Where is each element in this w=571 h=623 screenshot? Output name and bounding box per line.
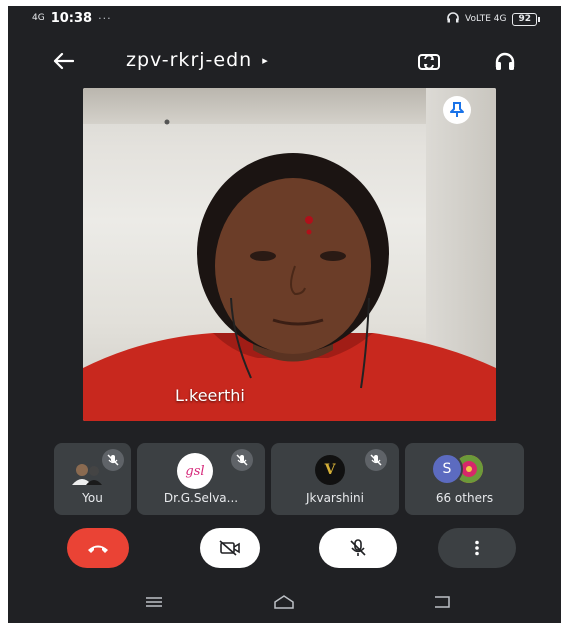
mic-off-icon (350, 539, 366, 556)
mic-off-badge (365, 449, 387, 471)
participant-tile-you[interactable]: You (54, 443, 131, 515)
participant-name: You (82, 491, 103, 505)
avatar: V (315, 455, 345, 485)
phone-screen: 4G 10:38 ··· VoLTE 4G 92 zpv-rkrj-edn ▸ (8, 6, 561, 623)
avatar: S (431, 453, 463, 485)
avatar: gsl (177, 453, 213, 489)
switch-camera-button[interactable] (412, 44, 446, 78)
back-nav-icon (435, 596, 450, 608)
video-off-icon (219, 540, 240, 556)
system-navigation-bar (8, 588, 561, 623)
avatar-initials: S (442, 461, 452, 477)
more-options-button[interactable] (438, 528, 516, 568)
main-video-tile[interactable]: L.keerthi (83, 88, 496, 421)
arrow-left-icon (53, 52, 74, 70)
avatar-initials: gsl (185, 463, 205, 479)
headphones-icon (495, 52, 515, 70)
audio-output-button[interactable] (488, 44, 522, 78)
meeting-code[interactable]: zpv-rkrj-edn ▸ (126, 49, 269, 71)
meeting-code-text: zpv-rkrj-edn (126, 49, 253, 71)
participant-name: Dr.G.Selva... (163, 491, 239, 505)
participant-tile-jkvarshini[interactable]: V Jkvarshini (271, 443, 399, 515)
participant-name: Jkvarshini (305, 491, 364, 505)
back-button[interactable] (46, 44, 80, 78)
avatar-initials: V (324, 462, 336, 478)
mic-off-badge (102, 449, 124, 471)
hang-up-icon (88, 545, 108, 553)
end-call-button[interactable] (67, 528, 129, 568)
notification-dots: ··· (98, 12, 112, 25)
participant-video-feed (83, 119, 496, 421)
participant-strip: You gsl Dr.G.Selva... V Jkvarshini S 66 … (54, 443, 524, 515)
mic-off-badge (231, 449, 253, 471)
home-button[interactable] (264, 588, 304, 616)
participant-tile-others[interactable]: S 66 others (405, 443, 524, 515)
mic-toggle-button[interactable] (319, 528, 397, 568)
status-bar: 4G 10:38 ··· VoLTE 4G 92 (8, 6, 561, 32)
more-vert-icon (475, 540, 479, 556)
mic-off-icon (370, 454, 382, 466)
menu-icon (146, 597, 162, 607)
network-indicator-right: VoLTE 4G (464, 14, 507, 24)
mic-off-icon (236, 454, 248, 466)
camera-toggle-button[interactable] (200, 528, 260, 568)
battery-indicator: 92 (512, 12, 540, 26)
mic-off-icon (107, 454, 119, 466)
pin-button[interactable] (443, 96, 471, 124)
headset-status-icon (447, 12, 459, 26)
status-time: 10:38 (50, 11, 93, 26)
self-video-thumbnail (70, 461, 104, 485)
meeting-header: zpv-rkrj-edn ▸ (8, 42, 561, 82)
caret-right-icon: ▸ (262, 53, 269, 67)
call-controls (8, 528, 561, 578)
recent-apps-button[interactable] (134, 588, 174, 616)
switch-camera-icon (418, 54, 440, 70)
home-icon (274, 595, 294, 609)
participant-tile-dr-g-selva[interactable]: gsl Dr.G.Selva... (137, 443, 265, 515)
pin-icon (450, 102, 464, 117)
network-indicator-left: 4G (32, 13, 45, 23)
back-nav-button[interactable] (422, 588, 462, 616)
participant-name: 66 others (435, 491, 494, 505)
main-participant-name: L.keerthi (175, 386, 245, 405)
